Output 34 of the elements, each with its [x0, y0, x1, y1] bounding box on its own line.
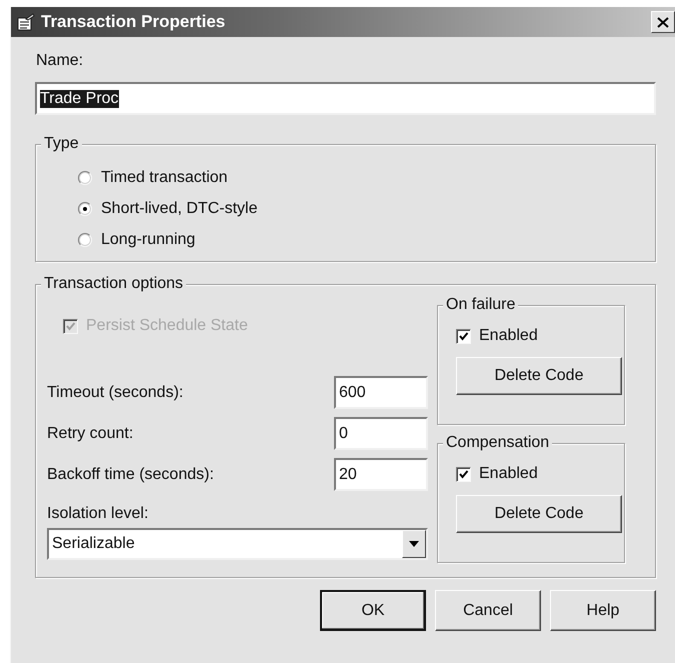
checkbox[interactable]	[456, 466, 471, 482]
radio-button[interactable]	[78, 202, 92, 216]
group-title: Transaction options	[41, 274, 186, 294]
radio-label: Short-lived, DTC-style	[101, 198, 258, 218]
close-icon	[657, 16, 669, 28]
dialog-button[interactable]: Help	[550, 590, 656, 631]
checkbox-label: Enabled	[479, 326, 538, 346]
field-label: Backoff time (seconds):	[47, 464, 214, 484]
field-label: Retry count:	[47, 424, 134, 444]
checkbox[interactable]	[456, 328, 471, 344]
checkbox-label: Persist Schedule State	[86, 316, 248, 336]
delete-code-button[interactable]: Delete Code	[456, 357, 622, 395]
isolation-dropdown[interactable]: Serializable	[47, 528, 428, 560]
number-input[interactable]: 0	[334, 417, 428, 450]
radio-button[interactable]	[78, 170, 92, 184]
number-input[interactable]: 20	[334, 458, 428, 491]
group-title: Compensation	[443, 433, 552, 453]
field-label: Name:	[36, 51, 84, 71]
dropdown-arrow-icon	[409, 541, 419, 547]
field-label: Isolation level:	[47, 504, 150, 524]
name-input[interactable]: Trade Proc	[35, 82, 656, 115]
field-label: Timeout (seconds):	[47, 382, 184, 402]
number-input[interactable]: 600	[334, 376, 428, 409]
radio-button[interactable]	[78, 232, 92, 246]
radio-label: Long-running	[101, 230, 196, 250]
radio-label: Timed transaction	[101, 168, 228, 188]
dialog-button[interactable]: Cancel	[435, 590, 541, 631]
checkbox-label: Enabled	[479, 464, 538, 484]
delete-code-button[interactable]: Delete Code	[456, 495, 622, 533]
properties-icon	[17, 13, 35, 31]
close-button[interactable]	[651, 11, 675, 33]
window-title: Transaction Properties	[41, 12, 226, 32]
dialog-button[interactable]: OK	[320, 590, 426, 631]
group-title: Type	[41, 134, 82, 154]
